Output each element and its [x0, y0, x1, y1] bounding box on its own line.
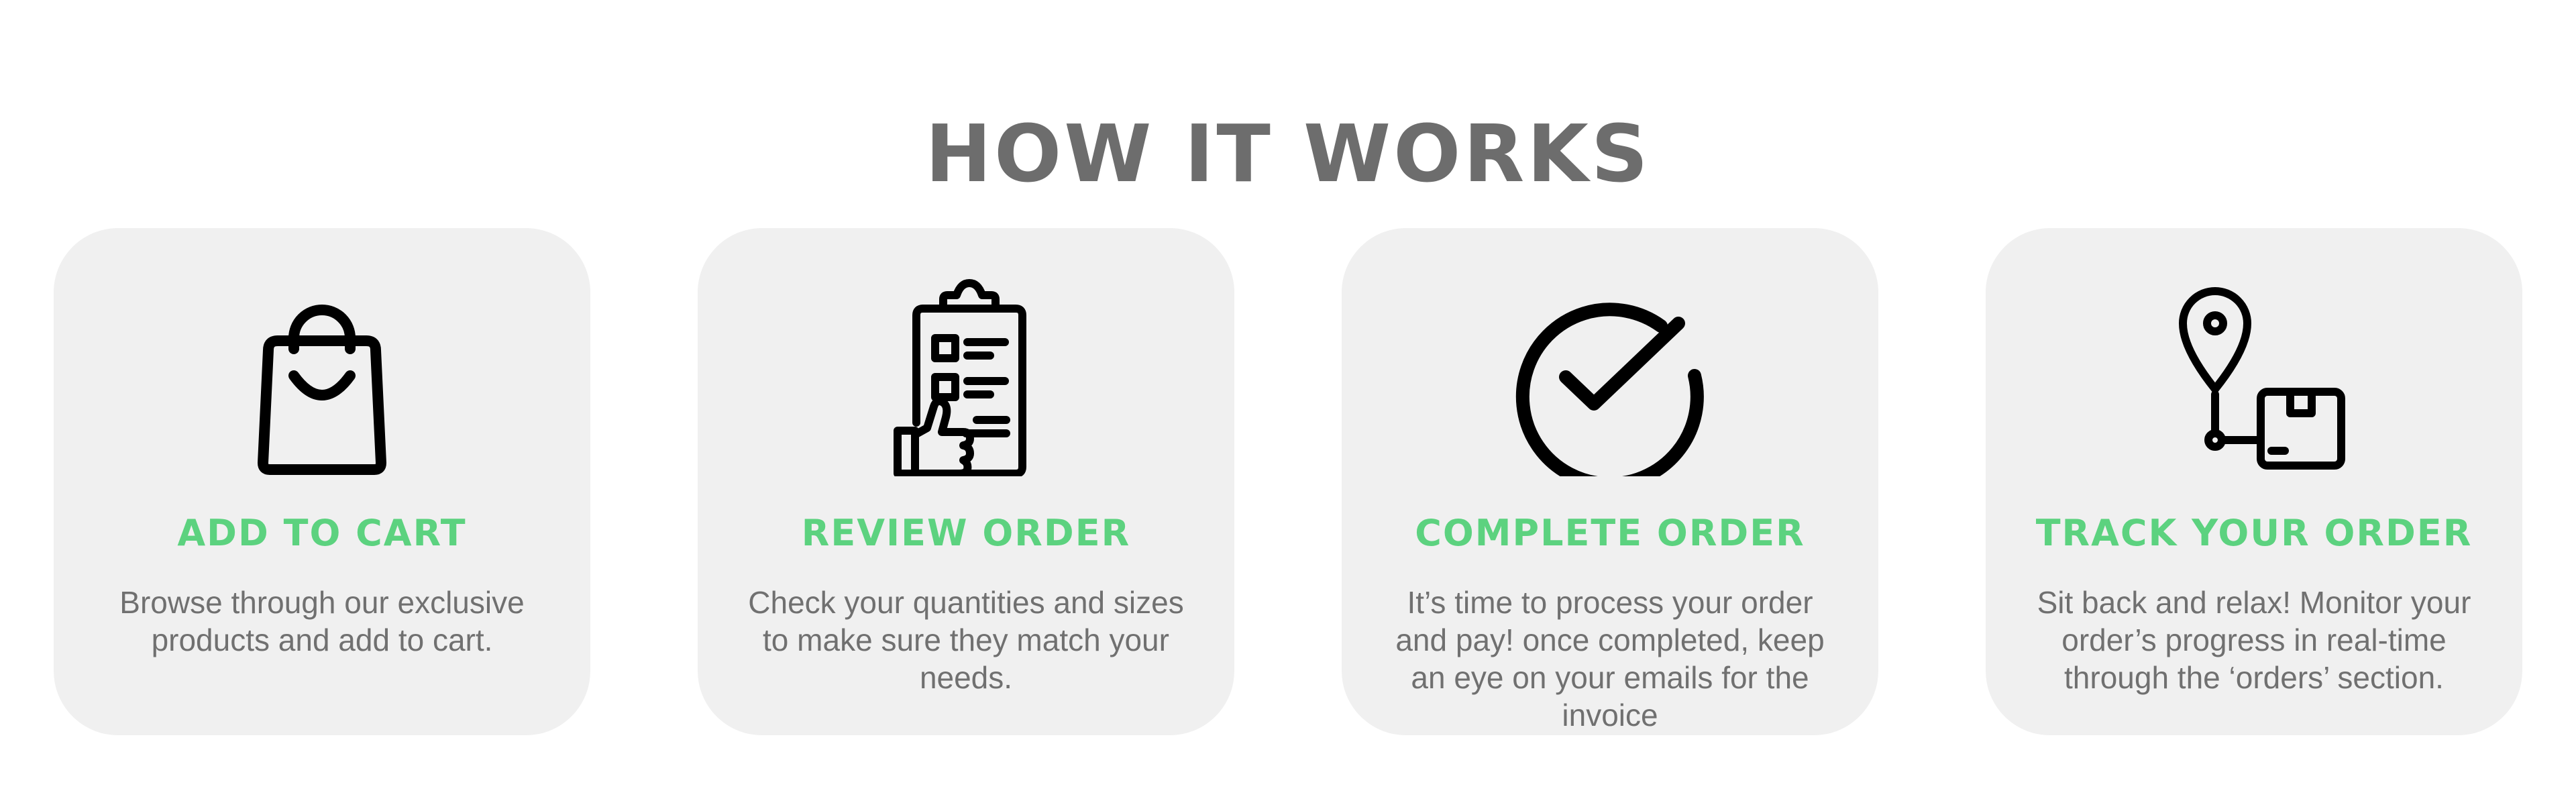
location-package-icon — [2153, 275, 2355, 476]
step-description: It’s time to process your order and pay!… — [1395, 585, 1825, 733]
step-card-add-to-cart: ADD TO CART Browse through our exclusive… — [54, 228, 590, 735]
step-title: REVIEW ORDER — [801, 512, 1131, 554]
step-title: ADD TO CART — [177, 512, 467, 554]
shopping-bag-icon — [221, 275, 423, 476]
step-description: Sit back and relax! Monitor your order’s… — [2037, 585, 2471, 695]
steps-section: ADD TO CART Browse through our exclusive… — [0, 0, 2576, 805]
step-card-complete-order: COMPLETE ORDER It’s time to process your… — [1342, 228, 1878, 735]
checkmark-circle-icon — [1509, 275, 1711, 476]
clipboard-thumbs-up-icon — [865, 275, 1067, 476]
step-description: Browse through our exclusive products an… — [119, 585, 525, 657]
step-description: Check your quantities and sizes to make … — [748, 585, 1184, 695]
step-title: COMPLETE ORDER — [1415, 512, 1805, 554]
step-title: TRACK YOUR ORDER — [2035, 512, 2473, 554]
step-card-review-order: REVIEW ORDER Check your quantities and s… — [698, 228, 1234, 735]
step-card-track-your-order: TRACK YOUR ORDER Sit back and relax! Mon… — [1986, 228, 2522, 735]
